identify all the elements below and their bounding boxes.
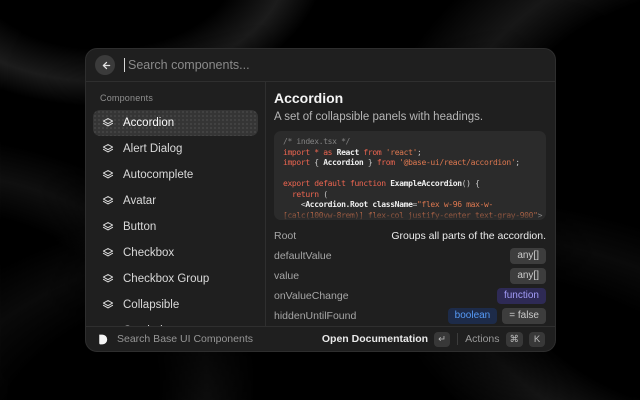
actions-label: Actions <box>465 333 499 345</box>
component-detail-panel: Accordion A set of collapsible panels wi… <box>266 82 555 326</box>
sidebar-heading: Components <box>86 87 265 110</box>
prop-name: Root <box>274 230 296 242</box>
footer-bar: Search Base UI Components Open Documenta… <box>86 326 555 351</box>
code-line: [calc(100vw-8rem)] flex-col justify-cent… <box>283 211 540 221</box>
sidebar-item-collapsible[interactable]: Collapsible <box>93 292 258 318</box>
prop-name: defaultValue <box>274 250 332 262</box>
search-bar <box>86 49 555 82</box>
layers-icon <box>102 247 114 259</box>
sidebar-item-label: Accordion <box>123 117 174 129</box>
prop-badges: any[] <box>510 268 546 284</box>
sidebar-item-label: Checkbox <box>123 247 174 259</box>
type-badge: any[] <box>510 268 546 284</box>
sidebar-item-combobox[interactable]: Combobox <box>93 318 258 326</box>
open-documentation-button[interactable]: Open Documentation ↵ <box>322 332 450 347</box>
arrow-left-icon <box>100 60 111 71</box>
sidebar-item-avatar[interactable]: Avatar <box>93 188 258 214</box>
code-snippet-block: /* index.tsx */import * as React from 'r… <box>274 131 546 220</box>
sidebar-item-label: Autocomplete <box>123 169 193 181</box>
components-sidebar[interactable]: Components Accordion Alert Dialog Autoco… <box>86 82 266 326</box>
prop-row: Root Groups all parts of the accordion. <box>274 226 546 246</box>
sidebar-item-label: Alert Dialog <box>123 143 182 155</box>
prop-description: Groups all parts of the accordion. <box>391 230 546 242</box>
prop-badges: function <box>497 288 546 304</box>
open-documentation-label: Open Documentation <box>322 333 428 345</box>
prop-name: hiddenUntilFound <box>274 310 356 322</box>
layers-icon <box>102 221 114 233</box>
layers-icon <box>102 273 114 285</box>
layers-icon <box>102 169 114 181</box>
prop-name: value <box>274 270 299 282</box>
type-badge: = false <box>502 308 546 324</box>
props-table: Root Groups all parts of the accordion. … <box>274 226 546 326</box>
k-key-icon: K <box>529 332 545 347</box>
prop-badges: any[] <box>510 248 546 264</box>
footer-divider <box>457 333 458 345</box>
layers-icon <box>102 117 114 129</box>
type-badge: boolean <box>448 308 498 324</box>
sidebar-item-checkbox-group[interactable]: Checkbox Group <box>93 266 258 292</box>
prop-badges: boolean= false <box>448 308 546 324</box>
prop-row: defaultValue any[] <box>274 246 546 266</box>
layers-icon <box>102 143 114 155</box>
code-line: export default function ExampleAccordion… <box>283 179 540 190</box>
sidebar-item-alert-dialog[interactable]: Alert Dialog <box>93 136 258 162</box>
footer-brand-label: Search Base UI Components <box>117 333 253 345</box>
prop-name: onValueChange <box>274 290 349 302</box>
component-description: A set of collapsible panels with heading… <box>274 111 546 124</box>
command-palette-window: Components Accordion Alert Dialog Autoco… <box>85 48 556 352</box>
type-badge: function <box>497 288 546 304</box>
component-title: Accordion <box>274 91 546 106</box>
desktop-background: { "search": { "placeholder": "Search com… <box>0 0 640 400</box>
search-input[interactable] <box>125 58 545 72</box>
main-content: Components Accordion Alert Dialog Autoco… <box>86 82 555 326</box>
sidebar-item-label: Checkbox Group <box>123 273 209 285</box>
code-line <box>283 169 540 180</box>
components-list: Accordion Alert Dialog Autocomplete Avat… <box>86 110 265 326</box>
prop-row: hiddenUntilFound boolean= false <box>274 306 546 326</box>
command-key-icon: ⌘ <box>506 332 524 347</box>
sidebar-item-accordion[interactable]: Accordion <box>93 110 258 136</box>
code-line: import * as React from 'react'; <box>283 148 540 159</box>
prop-row: onValueChange function <box>274 286 546 306</box>
code-line: <Accordion.Root className="flex w-96 max… <box>283 200 540 211</box>
prop-row: value any[] <box>274 266 546 286</box>
sidebar-item-label: Collapsible <box>123 299 179 311</box>
type-badge: any[] <box>510 248 546 264</box>
sidebar-item-autocomplete[interactable]: Autocomplete <box>93 162 258 188</box>
code-line: /* index.tsx */ <box>283 137 540 148</box>
code-line: import { Accordion } from '@base-ui/reac… <box>283 158 540 169</box>
sidebar-item-label: Button <box>123 221 156 233</box>
sidebar-item-button[interactable]: Button <box>93 214 258 240</box>
sidebar-item-label: Avatar <box>123 195 156 207</box>
footer-actions: Open Documentation ↵ Actions ⌘ K <box>322 332 545 347</box>
actions-button[interactable]: Actions ⌘ K <box>465 332 545 347</box>
base-ui-logo-icon <box>96 333 109 346</box>
enter-key-icon: ↵ <box>434 332 450 347</box>
code-line: return ( <box>283 190 540 201</box>
sidebar-item-checkbox[interactable]: Checkbox <box>93 240 258 266</box>
layers-icon <box>102 195 114 207</box>
back-button[interactable] <box>95 55 115 75</box>
layers-icon <box>102 299 114 311</box>
